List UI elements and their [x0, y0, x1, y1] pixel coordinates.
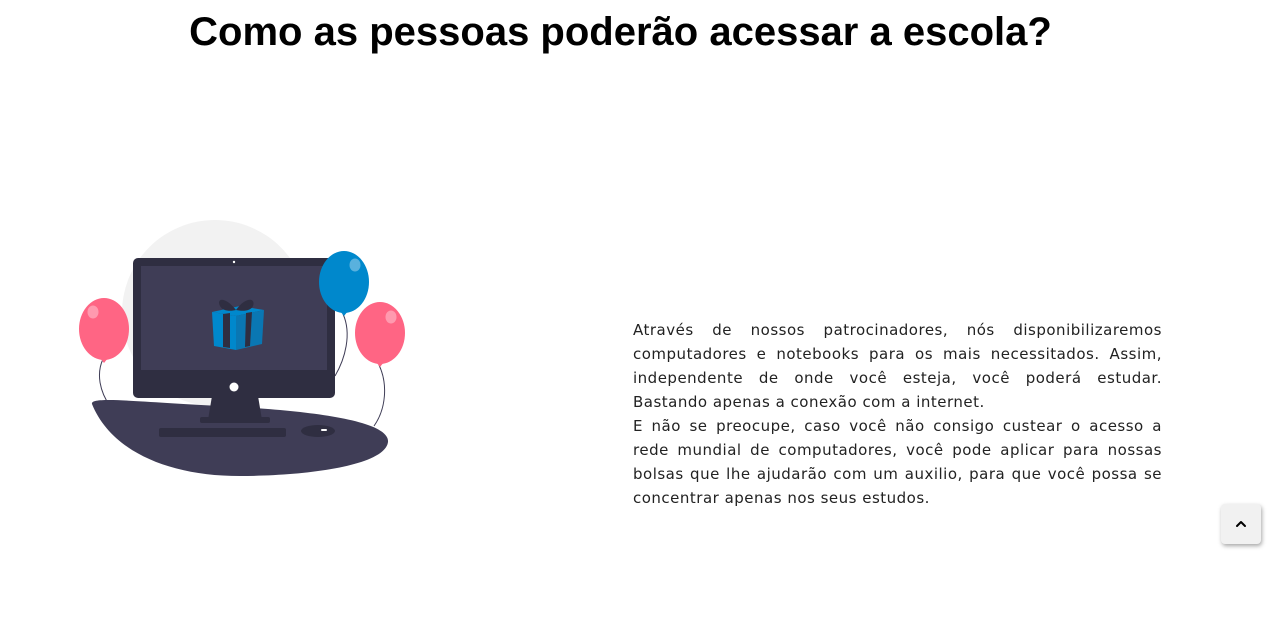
monitor-camera-shape — [232, 260, 236, 264]
mouse-button-shape — [321, 429, 327, 431]
balloon-string-right — [373, 364, 386, 427]
page-title: Como as pessoas poderão acessar a escola… — [189, 10, 1052, 54]
chevron-up-icon — [1234, 517, 1248, 531]
back-to-top-button[interactable] — [1221, 504, 1261, 544]
mouse-shape — [301, 425, 335, 437]
balloon-pink-right-icon — [355, 302, 405, 367]
monitor-stand-shape — [208, 396, 262, 420]
balloon-pink-left-icon — [79, 298, 129, 363]
computer-gift-illustration — [70, 214, 415, 484]
description-paragraph-scholarship: E não se preocupe, caso você não consigo… — [633, 417, 1162, 507]
balloon-string-mid — [334, 313, 348, 377]
description-paragraph-sponsors: Através de nossos patrocinadores, nós di… — [633, 321, 1162, 411]
monitor-button-shape — [229, 382, 239, 392]
balloon-string-left — [99, 358, 111, 407]
description-text: Através de nossos patrocinadores, nós di… — [633, 318, 1162, 510]
monitor-base-shape — [200, 417, 270, 423]
keyboard-shape — [159, 428, 286, 437]
